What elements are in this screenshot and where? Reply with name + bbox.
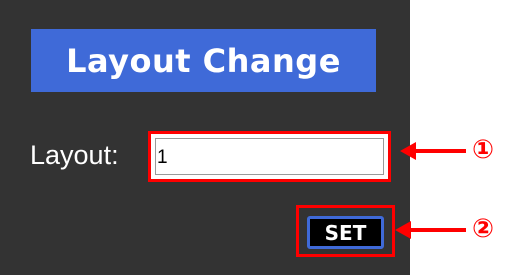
- title-bar: Layout Change: [31, 29, 376, 92]
- layout-label: Layout:: [30, 140, 119, 170]
- set-highlight-box: SET: [296, 205, 395, 257]
- page-title: Layout Change: [66, 41, 341, 80]
- arrow-to-input-icon: [400, 142, 466, 160]
- marker-2: ②: [472, 214, 495, 244]
- arrow-to-set-icon: [395, 221, 466, 239]
- input-highlight-box: 1: [148, 131, 391, 182]
- set-button[interactable]: SET: [307, 216, 384, 249]
- layout-input[interactable]: 1: [155, 138, 384, 175]
- screenshot-stage: Layout Change Layout: 1 SET ① ②: [0, 0, 508, 275]
- marker-1: ①: [472, 135, 495, 165]
- layout-change-panel: Layout Change Layout: 1 SET: [0, 0, 410, 275]
